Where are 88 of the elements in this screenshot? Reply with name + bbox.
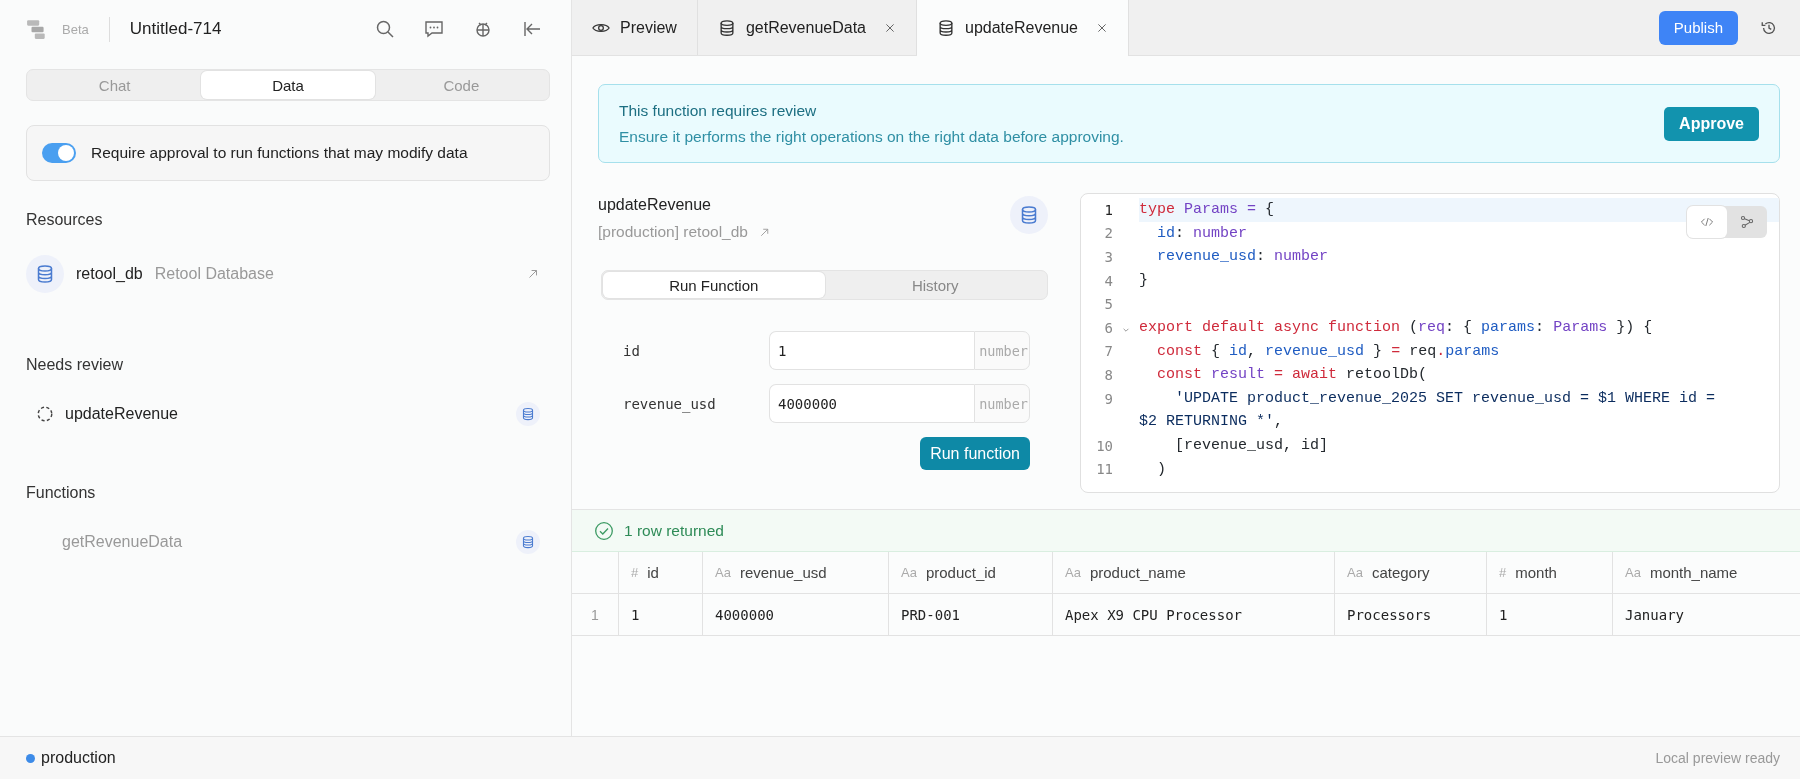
close-icon[interactable] [884, 21, 896, 34]
column-header[interactable]: category [1371, 564, 1430, 581]
banner-message: Ensure it performs the right operations on the right data before approving. [619, 127, 1125, 146]
table-cell: Processors [1334, 593, 1487, 636]
column-header[interactable]: revenue_usd [739, 564, 827, 581]
database-icon [516, 402, 540, 426]
code-line: ) [1156, 459, 1167, 480]
toggle-switch[interactable] [42, 143, 76, 163]
resource-name[interactable]: retool_db [76, 265, 143, 283]
table-cell: 1 [618, 593, 703, 636]
line-number: 4 [1103, 272, 1113, 289]
code-line: type Params = { [1139, 200, 1275, 220]
tab[interactable]: Run Function [603, 272, 825, 298]
input-field[interactable]: 4000000 [769, 384, 975, 423]
type-marker: Aa [1347, 565, 1363, 580]
type-marker: Aa [715, 565, 731, 580]
function-name: updateRevenue [598, 196, 712, 214]
toggle-label: Require approval to run functions that may modify data [91, 144, 468, 162]
tab[interactable]: Data [201, 71, 375, 99]
table-cell: 1 [1486, 593, 1613, 636]
code-line: } [1139, 270, 1148, 291]
close-icon[interactable] [1096, 22, 1108, 34]
code-line: const result = await retoolDb( [1156, 365, 1428, 386]
column-header[interactable]: month_name [1649, 564, 1738, 581]
line-number: 3 [1103, 249, 1113, 265]
code-line: 'UPDATE product_revenue_2025 SET revenue_usd = $1 WHERE id = $2 RETURNING *', [1139, 388, 1717, 433]
parameter-label: revenue_usd [623, 395, 717, 412]
column-header[interactable]: id [647, 564, 659, 581]
input-field[interactable]: 1 [769, 331, 975, 370]
table-cell: PRD-001 [888, 593, 1053, 636]
result-status: 1 row returned [624, 521, 724, 540]
approve-button[interactable]: Approve [1664, 106, 1759, 141]
code-line: id: number [1156, 223, 1248, 244]
logo-icon [26, 18, 48, 40]
database-icon [516, 530, 540, 554]
line-number: 8 [1103, 366, 1113, 383]
type-marker: Aa [1065, 565, 1081, 580]
comment-icon[interactable] [424, 19, 444, 39]
section-heading: Needs review [26, 356, 124, 374]
table-cell: January [1612, 593, 1800, 636]
line-number: 2 [1103, 225, 1113, 242]
table-cell: Apex X9 CPU Processor [1052, 593, 1335, 636]
row-number: 1 [572, 593, 619, 636]
database-icon [26, 255, 64, 293]
line-number: 9 [1103, 390, 1113, 407]
function-item[interactable]: updateRevenue [65, 405, 178, 423]
line-number: 1 [1103, 201, 1113, 218]
database-icon [1010, 196, 1048, 234]
section-heading: Resources [26, 211, 104, 229]
column-header[interactable]: product_name [1089, 564, 1186, 581]
type-suffix: number [974, 331, 1030, 370]
dashed-circle-icon [36, 405, 54, 423]
run-function-button[interactable]: Run function [920, 437, 1030, 470]
type-marker: # [631, 565, 639, 580]
document-title: Untitled-714 [129, 19, 222, 39]
environment-dot [26, 753, 35, 763]
line-number: 5 [1103, 296, 1113, 313]
line-number: 11 [1095, 461, 1113, 478]
code-line: const { id, revenue_usd } = req.params [1156, 341, 1500, 362]
editor-tab[interactable]: Preview [572, 0, 698, 55]
table-cell: 4000000 [702, 593, 889, 636]
editor-tab[interactable]: updateRevenue [917, 0, 1129, 56]
code-line: [revenue_usd, id] [1174, 435, 1329, 456]
collapse-icon[interactable] [522, 19, 542, 39]
type-marker: # [1499, 565, 1507, 580]
line-number: 7 [1103, 343, 1113, 360]
beta-label: Beta [62, 21, 89, 37]
code-line: export default async function (req: { params: Params }) { [1139, 317, 1653, 338]
line-number: 10 [1095, 437, 1113, 454]
search-icon[interactable] [375, 19, 395, 39]
parameter-label: id [623, 342, 641, 359]
environment-label: production [41, 749, 116, 767]
status-message: Local preview ready [1655, 750, 1780, 766]
check-circle-icon [594, 520, 614, 541]
column-header[interactable]: month [1515, 564, 1557, 581]
type-marker: Aa [1625, 565, 1641, 580]
banner-title: This function requires review [619, 101, 818, 120]
graph-icon [1739, 214, 1755, 230]
database-icon [937, 19, 955, 37]
publish-button[interactable]: Publish [1658, 10, 1738, 45]
type-marker: Aa [901, 565, 917, 580]
resource-type: Retool Database [154, 265, 274, 283]
column-header[interactable]: product_id [925, 564, 996, 581]
code-line: revenue_usd: number [1156, 247, 1329, 268]
line-number: 6 [1103, 319, 1113, 336]
database-icon [717, 18, 736, 37]
type-suffix: number [974, 384, 1030, 423]
section-heading: Functions [26, 484, 97, 502]
